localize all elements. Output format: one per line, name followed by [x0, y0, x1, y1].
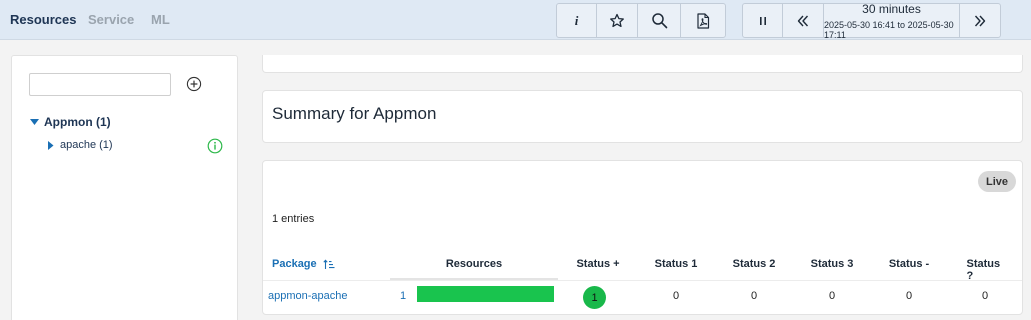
tree-node-apache[interactable]: apache (1): [48, 139, 113, 151]
top-bar: Resources Service ML i 30 minutes 2025-0…: [0, 0, 1031, 40]
time-controls: 30 minutes 2025-05-30 16:41 to 2025-05-3…: [742, 1, 1001, 40]
resources-table-panel: Live 1 entries Package Resources Status …: [262, 160, 1023, 315]
chevron-double-left-icon: [797, 15, 809, 26]
tab-service[interactable]: Service: [88, 12, 134, 27]
summary-panel: Summary for Appmon: [262, 90, 1023, 143]
summary-title: Summary for Appmon: [272, 104, 437, 123]
column-header-status-minus[interactable]: Status -: [889, 258, 929, 270]
header-strip-panel: [262, 55, 1023, 73]
package-link[interactable]: appmon-apache: [268, 290, 348, 302]
resource-tree-panel: Appmon (1) apache (1): [11, 55, 238, 320]
status-3-value: 0: [828, 290, 836, 302]
export-pdf-button[interactable]: [681, 4, 725, 37]
column-header-status-unknown[interactable]: Status ?: [967, 258, 1004, 282]
status-1-value: 0: [672, 290, 680, 302]
star-icon: [610, 13, 624, 27]
caret-right-icon: [48, 140, 54, 150]
add-circle-icon[interactable]: [186, 76, 202, 92]
status-2-value: 0: [750, 290, 758, 302]
search-icon: [651, 13, 667, 29]
chevron-double-right-icon: [974, 15, 986, 26]
tab-resources[interactable]: Resources: [10, 12, 76, 27]
pause-button[interactable]: [743, 4, 783, 37]
column-header-status-1[interactable]: Status 1: [655, 258, 698, 270]
column-header-resources[interactable]: Resources: [446, 258, 502, 270]
time-forward-button[interactable]: [960, 4, 1000, 37]
info-circle-icon[interactable]: [207, 138, 223, 154]
live-badge[interactable]: Live: [978, 171, 1016, 192]
time-window-label: 30 minutes: [862, 1, 921, 16]
column-header-status-3[interactable]: Status 3: [811, 258, 854, 270]
resources-bar: [417, 286, 554, 302]
tree-node-label: apache (1): [60, 139, 113, 151]
column-header-status-2[interactable]: Status 2: [733, 258, 776, 270]
sort-ascending-icon: [323, 258, 335, 269]
info-icon: i: [574, 12, 579, 28]
info-button[interactable]: i: [557, 4, 597, 37]
tree-node-label: Appmon (1): [44, 115, 111, 129]
column-header-label: Package: [272, 258, 317, 270]
status-unknown-value: 0: [981, 290, 989, 302]
pdf-icon: [697, 12, 710, 29]
favorite-button[interactable]: [597, 4, 638, 37]
pause-icon: [759, 16, 766, 25]
tree-filter-input[interactable]: [29, 73, 171, 96]
toolbar-actions: i: [556, 3, 726, 38]
tree-node-appmon[interactable]: Appmon (1): [30, 115, 111, 129]
search-button[interactable]: [638, 4, 681, 37]
caret-down-icon: [30, 118, 39, 125]
time-range-label: 2025-05-30 16:41 to 2025-05-30 17:11: [824, 19, 954, 40]
time-range-selector[interactable]: 30 minutes 2025-05-30 16:41 to 2025-05-3…: [824, 1, 960, 40]
column-header-status-plus[interactable]: Status +: [576, 258, 619, 270]
tab-ml[interactable]: ML: [151, 12, 170, 27]
resources-count-link[interactable]: 1: [400, 290, 406, 302]
resources-bar-fill: [417, 286, 554, 302]
entries-count: 1 entries: [272, 213, 315, 225]
time-back-button[interactable]: [783, 4, 824, 37]
column-header-package[interactable]: Package: [272, 258, 335, 270]
row-divider: [263, 280, 1022, 281]
status-minus-value: 0: [905, 290, 913, 302]
status-plus-badge[interactable]: 1: [583, 286, 606, 309]
